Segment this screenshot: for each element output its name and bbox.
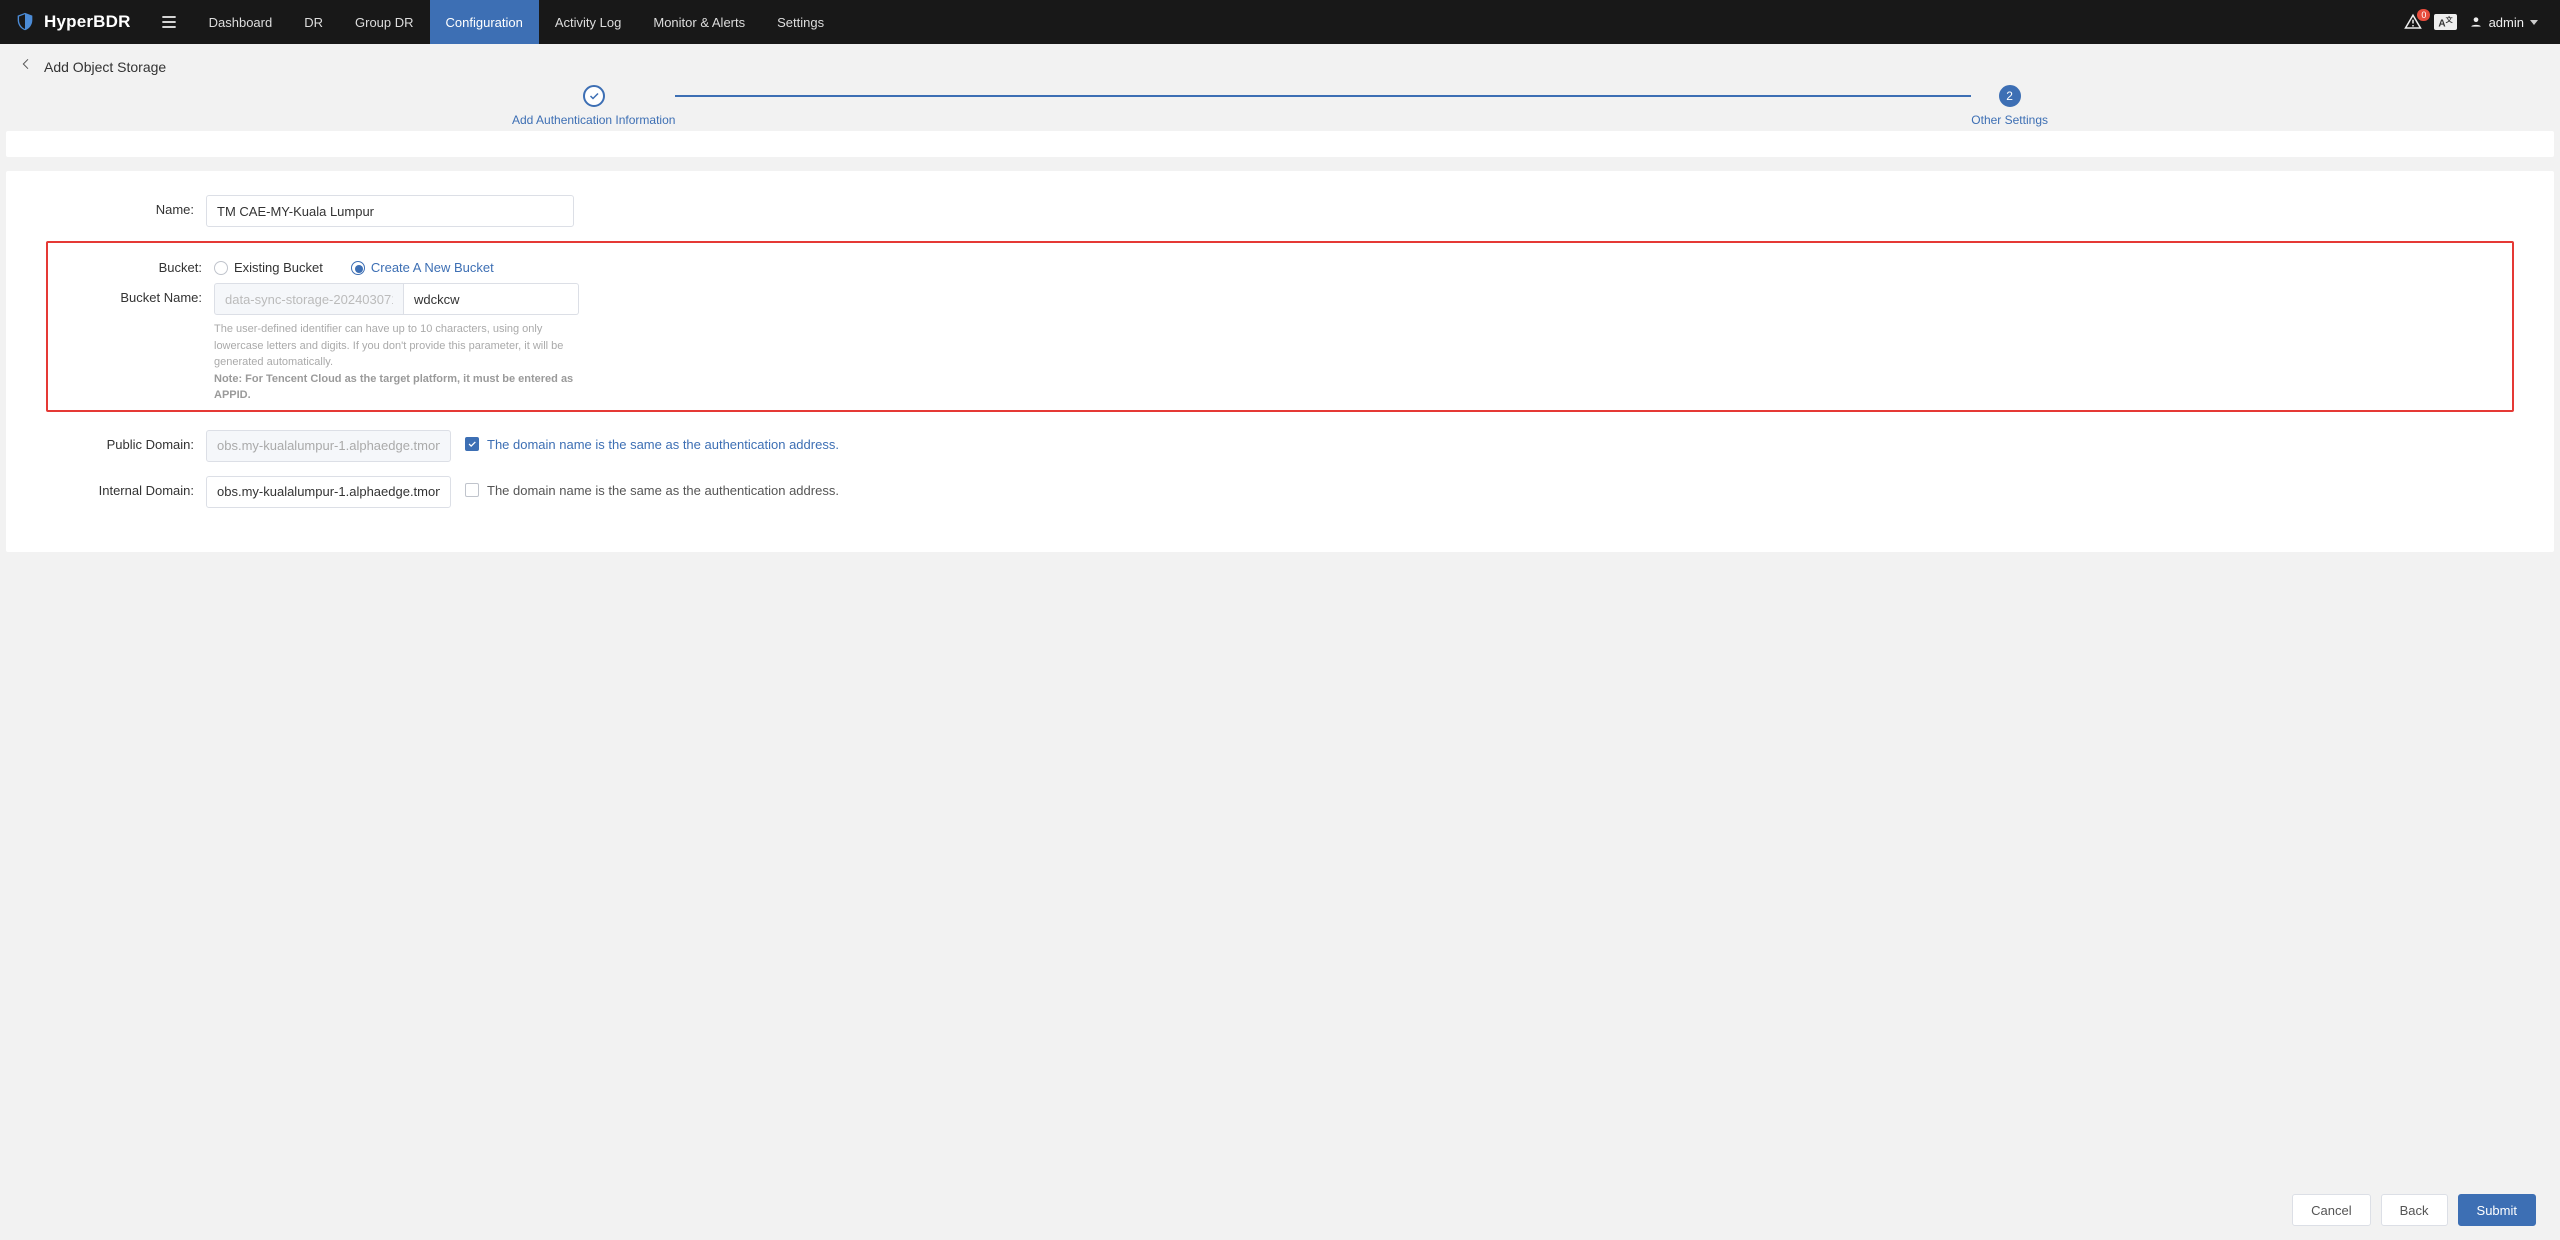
bucket-suffix-input[interactable]: [404, 283, 579, 315]
page-title: Add Object Storage: [44, 59, 166, 75]
form-card: Name: Bucket: Existing Bucket Create A N…: [6, 171, 2554, 552]
stepper-wrap: Add Authentication Information 2 Other S…: [0, 83, 2560, 131]
bucket-name-label: Bucket Name:: [54, 283, 214, 305]
internal-domain-checkbox[interactable]: [465, 483, 479, 497]
stepper: Add Authentication Information 2 Other S…: [512, 85, 2048, 127]
check-icon: [588, 90, 600, 102]
row-internal-domain: Internal Domain: The domain name is the …: [46, 476, 2514, 508]
nav-activity-log[interactable]: Activity Log: [539, 0, 637, 44]
nav-right: 0 A文 admin: [2404, 13, 2548, 31]
page-title-row: Add Object Storage: [0, 44, 2560, 83]
alerts-button[interactable]: 0: [2404, 13, 2422, 31]
user-menu[interactable]: admin: [2469, 15, 2538, 30]
radio-dot-icon: [214, 261, 228, 275]
check-icon: [467, 439, 477, 449]
step-2-circle: 2: [1999, 85, 2021, 107]
bucket-helper-line1: The user-defined identifier can have up …: [214, 323, 563, 368]
radio-existing-label: Existing Bucket: [234, 260, 323, 275]
user-name: admin: [2489, 15, 2524, 30]
row-bucket: Bucket: Existing Bucket Create A New Buc…: [54, 253, 2506, 275]
hamburger-icon: [159, 12, 179, 32]
bucket-highlight-box: Bucket: Existing Bucket Create A New Buc…: [46, 241, 2514, 412]
step-2[interactable]: 2 Other Settings: [1971, 85, 2048, 127]
arrow-left-icon: [18, 56, 34, 72]
step-line: [675, 95, 1971, 97]
nav-group-dr[interactable]: Group DR: [339, 0, 430, 44]
submit-button[interactable]: Submit: [2458, 1194, 2536, 1226]
row-name: Name:: [46, 195, 2514, 227]
spacer-strip: [6, 131, 2554, 157]
radio-existing-bucket[interactable]: Existing Bucket: [214, 260, 323, 275]
brand-text: HyperBDR: [44, 12, 131, 32]
internal-domain-same-label: The domain name is the same as the authe…: [487, 483, 839, 498]
internal-domain-same-checkbox-row: The domain name is the same as the authe…: [465, 476, 839, 498]
language-button[interactable]: A文: [2434, 14, 2456, 30]
step-1-circle: [583, 85, 605, 107]
top-navbar: HyperBDR Dashboard DR Group DR Configura…: [0, 0, 2560, 44]
step-2-label: Other Settings: [1971, 113, 2048, 127]
nav-monitor-alerts[interactable]: Monitor & Alerts: [637, 0, 761, 44]
footer-bar: Cancel Back Submit: [2292, 1194, 2536, 1226]
language-pill: A文: [2434, 14, 2456, 30]
bucket-label: Bucket:: [54, 253, 214, 275]
step-1[interactable]: Add Authentication Information: [512, 85, 675, 127]
nav-settings[interactable]: Settings: [761, 0, 840, 44]
shield-icon: [14, 11, 36, 33]
name-input[interactable]: [206, 195, 574, 227]
bucket-name-dual-input: [214, 283, 594, 315]
row-public-domain: Public Domain: The domain name is the sa…: [46, 430, 2514, 462]
radio-create-label: Create A New Bucket: [371, 260, 494, 275]
public-domain-same-label: The domain name is the same as the authe…: [487, 437, 839, 452]
bucket-helper-text: The user-defined identifier can have up …: [214, 321, 594, 404]
back-button[interactable]: Back: [2381, 1194, 2448, 1226]
public-domain-label: Public Domain:: [46, 430, 206, 452]
public-domain-checkbox[interactable]: [465, 437, 479, 451]
cancel-button[interactable]: Cancel: [2292, 1194, 2370, 1226]
bucket-radio-group: Existing Bucket Create A New Bucket: [214, 253, 494, 275]
menu-toggle[interactable]: [145, 0, 193, 44]
internal-domain-input[interactable]: [206, 476, 451, 508]
nav-configuration[interactable]: Configuration: [430, 0, 539, 44]
name-label: Name:: [46, 195, 206, 217]
bucket-prefix-input: [214, 283, 404, 315]
public-domain-same-checkbox-row: The domain name is the same as the authe…: [465, 430, 839, 452]
nav-dr[interactable]: DR: [288, 0, 339, 44]
user-icon: [2469, 15, 2483, 29]
step-1-label: Add Authentication Information: [512, 113, 675, 127]
caret-down-icon: [2530, 20, 2538, 25]
row-bucket-name: Bucket Name: The user-defined identifier…: [54, 283, 2506, 404]
back-arrow-button[interactable]: [18, 56, 34, 77]
radio-dot-icon: [351, 261, 365, 275]
bucket-helper-bold: Note: For Tencent Cloud as the target pl…: [214, 373, 573, 402]
radio-create-bucket[interactable]: Create A New Bucket: [351, 260, 494, 275]
alert-badge: 0: [2417, 9, 2430, 21]
brand-logo: HyperBDR: [0, 0, 145, 44]
public-domain-input: [206, 430, 451, 462]
internal-domain-label: Internal Domain:: [46, 476, 206, 498]
nav-dashboard[interactable]: Dashboard: [193, 0, 289, 44]
nav-items: Dashboard DR Group DR Configuration Acti…: [193, 0, 840, 44]
